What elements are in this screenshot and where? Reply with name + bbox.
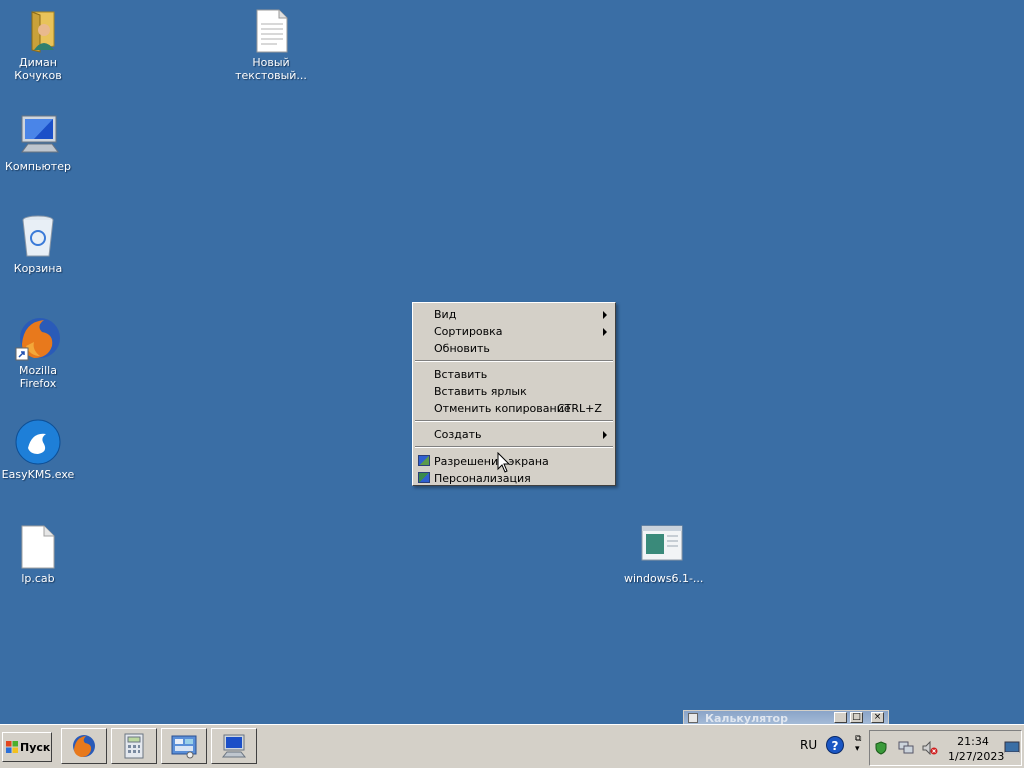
desktop-icon-update-package[interactable]: windows6.1-...: [624, 522, 704, 585]
system-clock[interactable]: 21:34 1/27/2023: [948, 734, 1005, 764]
control-panel-icon: [171, 735, 197, 759]
desktop-icon-label: Диман Кочуков: [14, 56, 62, 82]
firefox-icon: [14, 314, 62, 362]
desktop-icon-text-file[interactable]: Новый текстовый...: [233, 6, 309, 82]
menu-item-personalization[interactable]: Персонализация: [415, 470, 613, 487]
blank-file-icon: [14, 522, 62, 570]
taskbar-control-panel-button[interactable]: [161, 728, 207, 764]
menu-item-view[interactable]: Вид: [415, 306, 613, 323]
desktop-icon-computer[interactable]: Компьютер: [0, 110, 76, 173]
menu-separator: [415, 360, 613, 362]
maximize-button[interactable]: □: [850, 712, 863, 723]
desktop-icon-lp-cab[interactable]: lp.cab: [0, 522, 76, 585]
taskbar-firefox-button[interactable]: [61, 728, 107, 764]
help-icon[interactable]: ?: [826, 736, 844, 754]
update-package-icon: [638, 522, 686, 570]
desktop-icon-label: Корзина: [13, 262, 63, 275]
desktop-icon-user-folder[interactable]: Диман Кочуков: [0, 6, 76, 82]
menu-item-label: Создать: [434, 428, 482, 441]
submenu-arrow-icon: [603, 431, 607, 439]
menu-item-label: Персонализация: [434, 472, 531, 485]
menu-item-label: Отменить копирование: [434, 402, 571, 415]
taskbar-calculator-button[interactable]: [111, 728, 157, 764]
network-icon[interactable]: [898, 741, 914, 755]
menu-item-new[interactable]: Создать: [415, 426, 613, 443]
clock-date: 1/27/2023: [948, 750, 1005, 763]
desktop-icon-label: windows6.1-...: [624, 572, 704, 585]
desktop-icon-label: Новый текстовый...: [235, 56, 307, 82]
start-label: Пуск: [20, 741, 51, 754]
submenu-arrow-icon: [603, 311, 607, 319]
menu-item-label: Вставить ярлык: [434, 385, 527, 398]
menu-separator: [415, 446, 613, 448]
menu-item-sort[interactable]: Сортировка: [415, 323, 613, 340]
menu-item-label: Обновить: [434, 342, 490, 355]
windows-flag-icon: [6, 741, 18, 753]
language-bar-restore-icon[interactable]: ⧉ ▾: [855, 734, 861, 754]
minimize-button[interactable]: [834, 712, 847, 723]
firefox-icon: [73, 735, 95, 757]
menu-item-undo-copy[interactable]: Отменить копирование CTRL+Z: [415, 400, 613, 417]
menu-item-label: Разрешение экрана: [434, 455, 549, 468]
menu-separator: [415, 420, 613, 422]
text-file-icon: [247, 6, 295, 54]
desktop-icon-recycle-bin[interactable]: Корзина: [0, 212, 76, 275]
menu-item-label: Сортировка: [434, 325, 503, 338]
computer-icon: [221, 734, 247, 758]
start-button[interactable]: Пуск: [2, 732, 52, 762]
calculator-icon: [688, 713, 698, 723]
desktop-icon-easykms[interactable]: EasyKMS.exe: [0, 418, 76, 481]
notification-area: 21:34 1/27/2023: [869, 730, 1022, 766]
easykms-icon: [14, 418, 62, 466]
menu-item-shortcut: CTRL+Z: [557, 402, 602, 415]
clock-time: 21:34: [957, 735, 989, 748]
menu-item-label: Вставить: [434, 368, 488, 381]
calculator-icon: [124, 733, 144, 759]
desktop-icon-label: lp.cab: [21, 572, 55, 585]
desktop-icon-label: Компьютер: [5, 160, 71, 173]
user-folder-icon: [14, 6, 62, 54]
menu-item-paste[interactable]: Вставить: [415, 366, 613, 383]
close-button[interactable]: ×: [871, 712, 884, 723]
security-shield-icon[interactable]: [874, 741, 888, 755]
menu-item-label: Вид: [434, 308, 457, 321]
recycle-bin-icon: [14, 212, 62, 260]
show-desktop-icon[interactable]: [1004, 741, 1020, 755]
taskbar-computer-button[interactable]: [211, 728, 257, 764]
menu-item-screen-resolution[interactable]: Разрешение экрана: [415, 453, 613, 470]
taskbar: Пуск RU ? ⧉ ▾ 21:34 1/27/2023: [0, 724, 1024, 768]
submenu-arrow-icon: [603, 328, 607, 336]
menu-item-refresh[interactable]: Обновить: [415, 340, 613, 357]
personalization-icon: [418, 472, 430, 483]
desktop-icon-firefox[interactable]: Mozilla Firefox: [0, 314, 76, 390]
language-indicator[interactable]: RU: [800, 738, 817, 752]
desktop-icon-label: Mozilla Firefox: [19, 364, 57, 390]
screen-resolution-icon: [418, 455, 430, 466]
desktop-context-menu: Вид Сортировка Обновить Вставить Вставит…: [412, 302, 616, 486]
desktop-icon-label: EasyKMS.exe: [1, 468, 75, 481]
computer-icon: [14, 110, 62, 158]
menu-item-paste-shortcut[interactable]: Вставить ярлык: [415, 383, 613, 400]
volume-muted-icon[interactable]: [922, 740, 938, 756]
